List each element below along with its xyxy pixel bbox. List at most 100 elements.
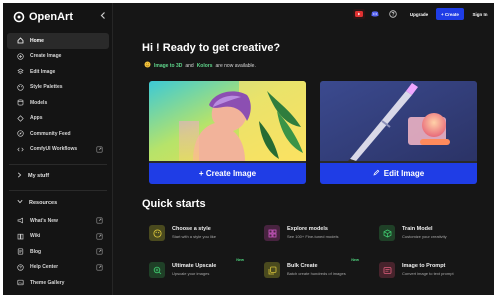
help-icon[interactable] bbox=[387, 9, 399, 19]
edit-image-card[interactable]: Edit Image bbox=[320, 81, 477, 184]
quick-start-desc: Customize your creativity bbox=[402, 234, 447, 239]
sidebar-item-whats-new[interactable]: What's New bbox=[7, 213, 109, 229]
layers-icon bbox=[17, 68, 24, 75]
palette-icon bbox=[149, 225, 165, 241]
notice-suffix-text: are now available. bbox=[215, 62, 256, 69]
quick-start-title: Train Model bbox=[402, 226, 433, 232]
my-stuff-toggle[interactable]: My stuff bbox=[17, 172, 49, 180]
quick-start-desc: Start with a style you like bbox=[172, 234, 217, 239]
youtube-icon[interactable] bbox=[353, 9, 365, 19]
book-icon bbox=[17, 233, 24, 240]
external-link-icon bbox=[96, 233, 103, 240]
quick-start-title: Ultimate Upscale bbox=[172, 263, 217, 269]
my-stuff-label: My stuff bbox=[28, 173, 50, 179]
quick-start-image-to-prompt[interactable]: Image to Prompt Convert image to text pr… bbox=[371, 259, 484, 289]
quick-start-title: Bulk Create bbox=[287, 263, 318, 269]
sidebar-item-label: Edit Image bbox=[30, 68, 56, 75]
quick-start-train-model[interactable]: Train Model Customize your creativity bbox=[371, 222, 484, 252]
pencil-icon bbox=[373, 169, 380, 178]
kolors-link[interactable]: Kolors bbox=[197, 63, 213, 69]
quick-start-bulk-create[interactable]: Bulk Create Batch create hundreds of ima… bbox=[256, 258, 369, 289]
sidebar-item-models[interactable]: Models bbox=[7, 95, 109, 111]
sidebar-item-label: Style Palettes bbox=[30, 84, 63, 91]
image-to-3d-link[interactable]: Image to 3D bbox=[154, 63, 182, 69]
sidebar-item-community-feed[interactable]: Community Feed bbox=[7, 126, 109, 142]
sidebar: OpenArt Home Create Image Edit Image Sty… bbox=[3, 3, 113, 295]
upgrade-button[interactable]: Upgrade bbox=[406, 8, 432, 20]
edit-image-label: Edit Image bbox=[383, 169, 425, 178]
sidebar-item-label: Home bbox=[30, 37, 44, 44]
top-bar: Upgrade + Create Sign In bbox=[113, 3, 494, 25]
external-link-icon bbox=[96, 146, 103, 153]
external-link-icon bbox=[96, 248, 103, 255]
zoom-icon bbox=[149, 262, 165, 278]
sidebar-item-edit-image[interactable]: Edit Image bbox=[7, 64, 109, 80]
create-image-card[interactable]: + Create Image bbox=[149, 81, 306, 184]
sidebar-item-apps[interactable]: Apps bbox=[7, 111, 109, 127]
party-icon bbox=[144, 61, 151, 70]
new-badge: New bbox=[351, 258, 359, 262]
app-name: OpenArt bbox=[29, 11, 73, 23]
create-button[interactable]: + Create bbox=[436, 8, 464, 20]
announcement-banner: Image to 3D and Kolors are now available… bbox=[144, 61, 256, 70]
sidebar-item-blog[interactable]: Blog bbox=[7, 244, 109, 260]
sidebar-item-wiki[interactable]: Wiki bbox=[7, 229, 109, 245]
sign-in-button[interactable]: Sign In bbox=[468, 8, 492, 20]
help-circle-icon bbox=[17, 264, 24, 271]
home-icon bbox=[17, 37, 24, 44]
sidebar-item-theme-gallery[interactable]: Theme Gallery bbox=[7, 275, 109, 291]
sidebar-divider bbox=[9, 190, 107, 191]
sidebar-item-help-center[interactable]: Help Center bbox=[7, 260, 109, 276]
resources-toggle[interactable]: Resources bbox=[17, 199, 57, 206]
notice-and-text: and bbox=[185, 62, 194, 69]
gallery-icon bbox=[17, 279, 24, 286]
quick-start-desc: Upscale your images bbox=[172, 271, 210, 276]
sidebar-item-label: Theme Gallery bbox=[30, 279, 65, 286]
document-icon bbox=[17, 248, 24, 255]
quick-start-title: Image to Prompt bbox=[402, 263, 446, 269]
sidebar-item-label: Help Center bbox=[30, 264, 59, 271]
code-icon bbox=[17, 146, 24, 153]
resources-label: Resources bbox=[29, 199, 58, 206]
sidebar-item-label: Apps bbox=[30, 115, 43, 122]
openart-app: OpenArt Home Create Image Edit Image Sty… bbox=[3, 3, 494, 295]
quick-start-ultimate-upscale[interactable]: Ultimate Upscale Upscale your images New bbox=[141, 258, 254, 289]
quick-start-title: Choose a style bbox=[172, 226, 211, 232]
megaphone-icon bbox=[17, 217, 24, 224]
external-link-icon bbox=[96, 217, 103, 224]
sidebar-item-comfyui-workflows[interactable]: ComfyUI Workflows bbox=[7, 142, 109, 158]
quick-start-desc: Batch create hundreds of images bbox=[287, 271, 346, 276]
openart-logo-icon bbox=[13, 11, 25, 23]
image-text-icon bbox=[379, 262, 395, 278]
sidebar-item-label: Create Image bbox=[30, 53, 62, 60]
quick-start-desc: See 100+ Fine-tuned models bbox=[287, 234, 339, 239]
chevron-right-icon bbox=[17, 172, 22, 180]
logo[interactable]: OpenArt bbox=[13, 11, 73, 23]
collapse-sidebar-icon[interactable] bbox=[99, 11, 107, 22]
edit-image-artwork bbox=[320, 81, 477, 161]
create-image-artwork bbox=[149, 81, 306, 161]
quick-starts-title: Quick starts bbox=[142, 198, 206, 210]
cube-icon bbox=[379, 225, 395, 241]
external-link-icon bbox=[96, 264, 103, 271]
sidebar-item-label: Wiki bbox=[30, 233, 41, 240]
quick-start-explore-models[interactable]: Explore models See 100+ Fine-tuned model… bbox=[256, 222, 369, 252]
sidebar-divider bbox=[9, 164, 107, 165]
plus-circle-icon bbox=[17, 53, 24, 60]
quick-start-choose-style[interactable]: Choose a style Start with a style you li… bbox=[141, 222, 254, 252]
create-image-button[interactable]: + Create Image bbox=[149, 163, 306, 184]
sidebar-item-create-image[interactable]: Create Image bbox=[7, 49, 109, 65]
discord-icon[interactable] bbox=[369, 9, 381, 19]
quick-start-title: Explore models bbox=[287, 226, 328, 232]
database-icon bbox=[17, 99, 24, 106]
sidebar-item-label: What's New bbox=[30, 217, 58, 224]
sidebar-item-label: Blog bbox=[30, 248, 42, 255]
resources-nav: What's New Wiki Blog Help Center Theme G bbox=[7, 213, 109, 291]
edit-image-button[interactable]: Edit Image bbox=[320, 163, 477, 184]
chevron-down-icon bbox=[17, 199, 23, 206]
new-badge: New bbox=[236, 258, 244, 262]
sidebar-item-style-palettes[interactable]: Style Palettes bbox=[7, 80, 109, 96]
sidebar-item-home[interactable]: Home bbox=[7, 33, 109, 49]
palette-icon bbox=[17, 84, 24, 91]
page-title: Hi ! Ready to get creative? bbox=[142, 42, 281, 54]
